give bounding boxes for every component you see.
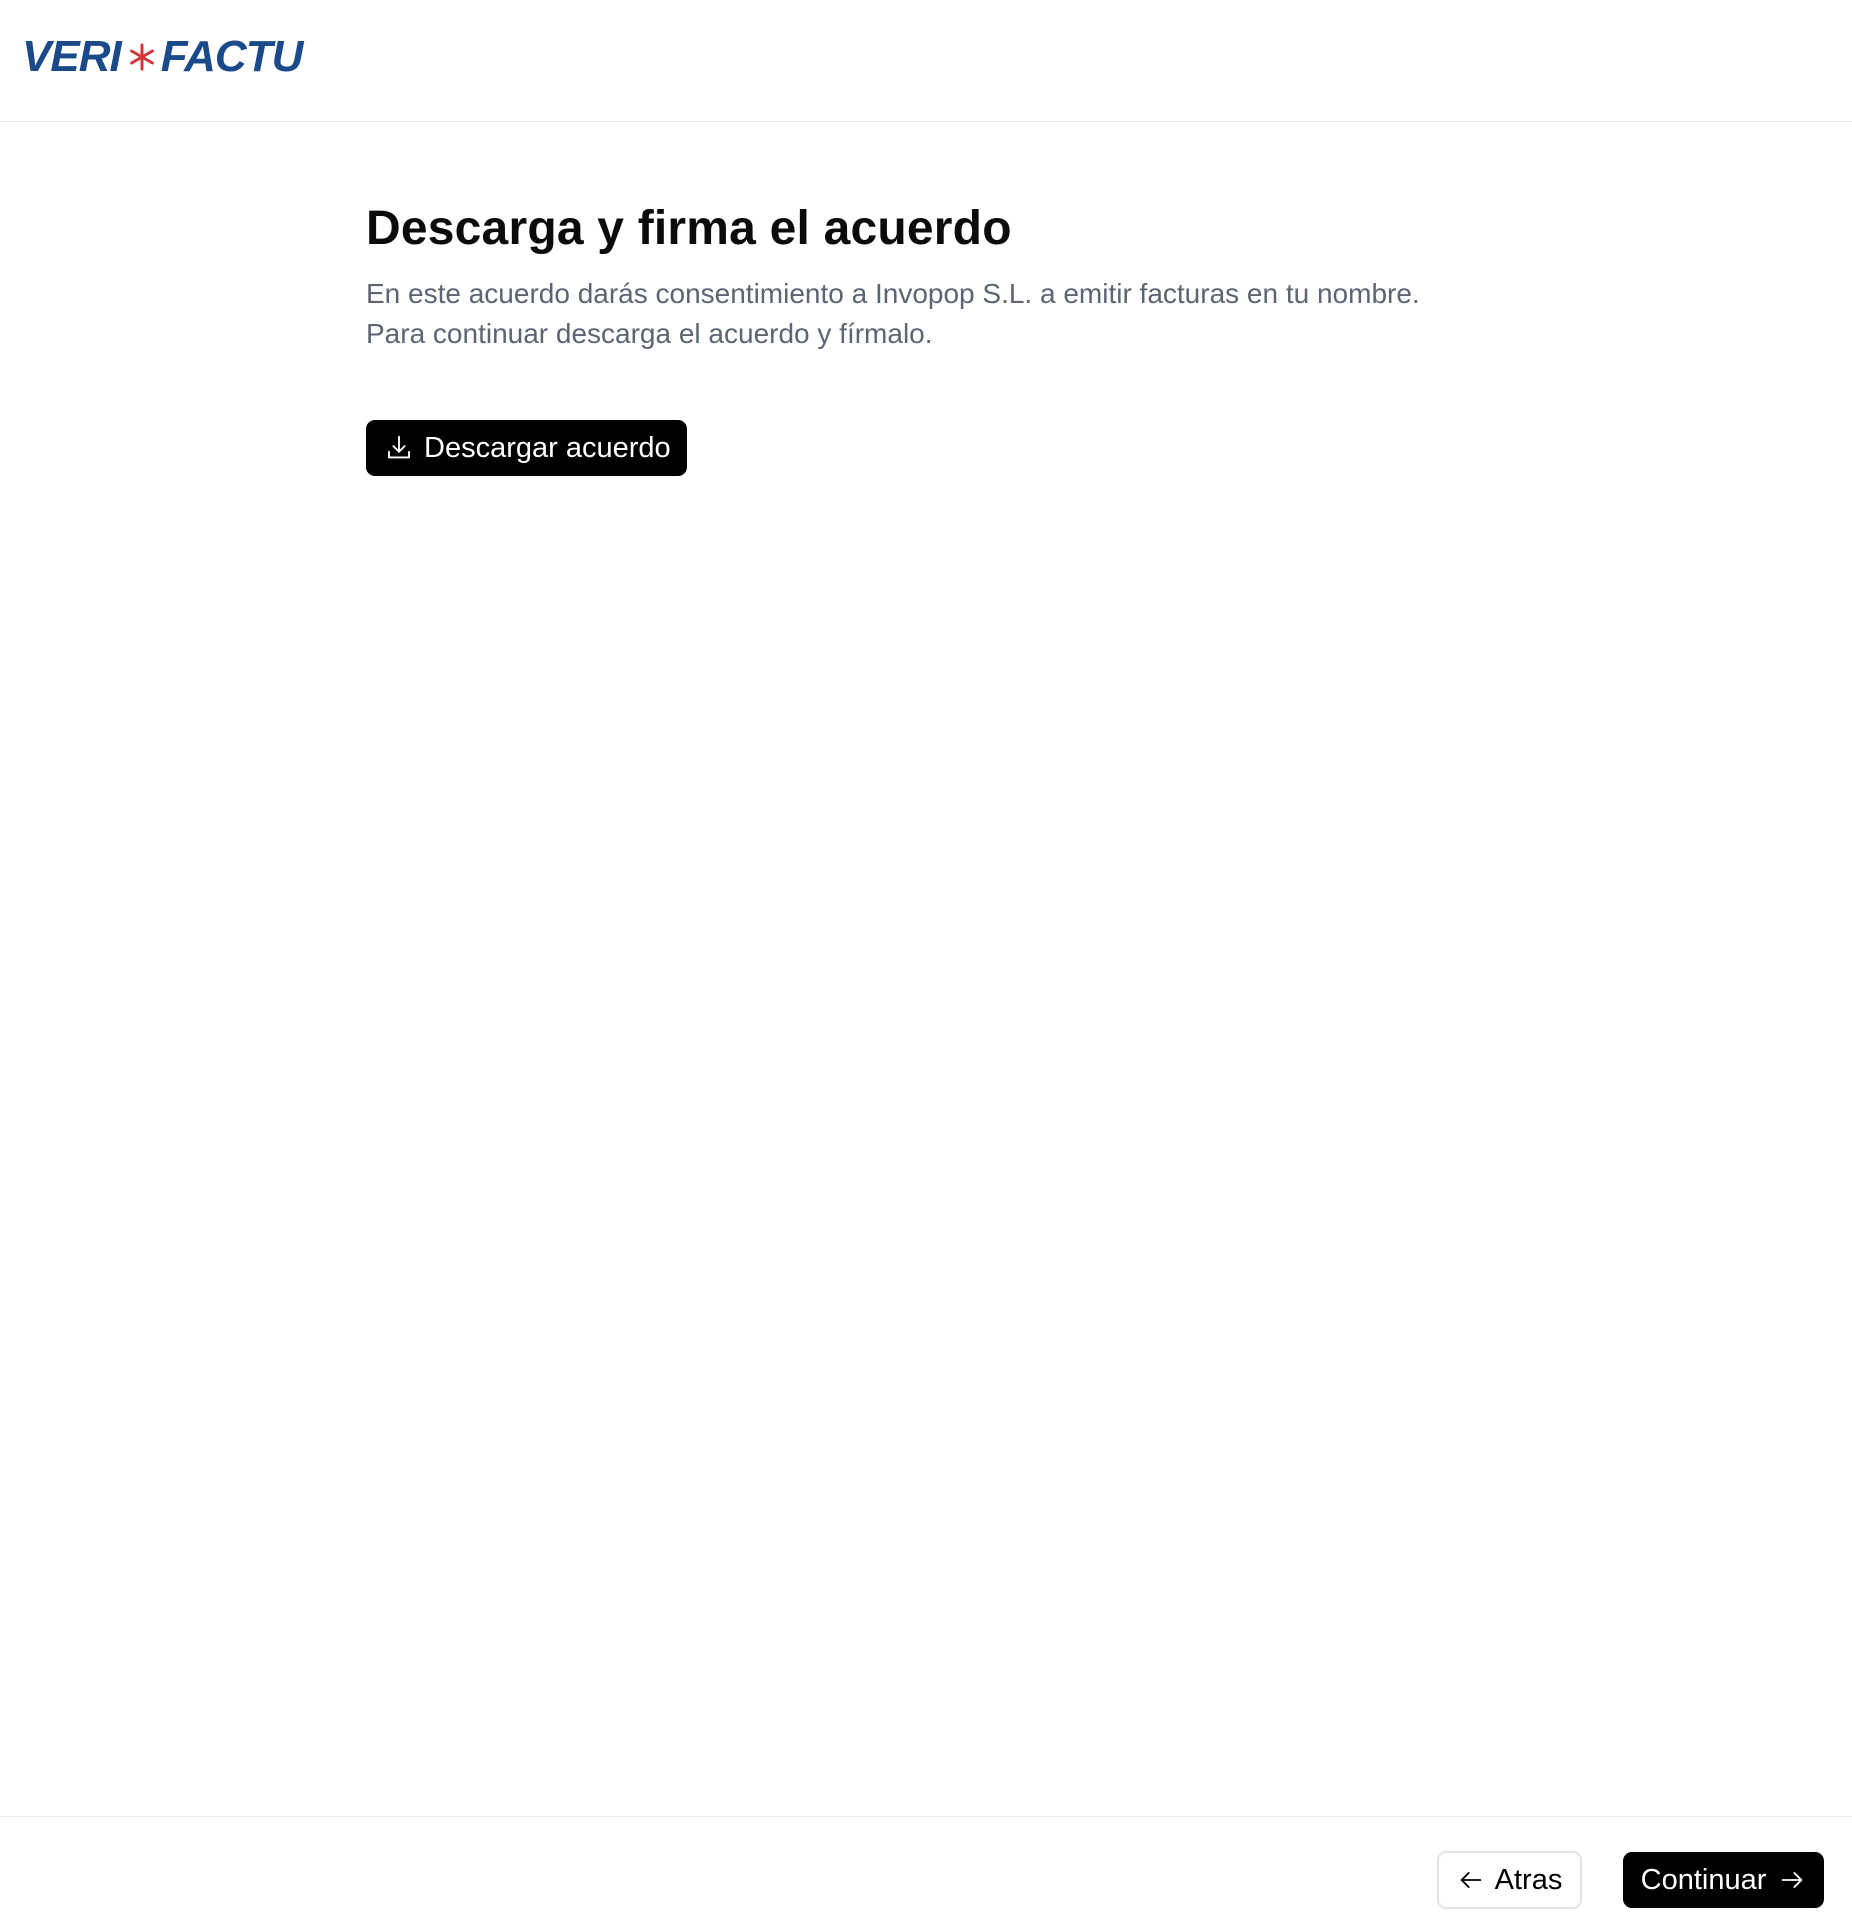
download-icon: [388, 435, 410, 459]
download-agreement-button[interactable]: Descargar acuerdo: [366, 420, 687, 476]
continue-button-label: Continuar: [1640, 1863, 1767, 1896]
page: VERI FACTU Descarga y firma el acuerdo E…: [0, 0, 1852, 1926]
description-line: Para continuar descarga el acuerdo y fír…: [366, 317, 933, 349]
page-description: En este acuerdo darás consentimiento a I…: [366, 274, 1566, 354]
logo-text-left: VERI: [22, 32, 122, 81]
top-header: VERI FACTU: [0, 0, 1852, 122]
bottom-footer: Atras Continuar: [0, 1816, 1852, 1926]
download-button-label: Descargar acuerdo: [424, 431, 671, 464]
asterisk-icon: [129, 43, 154, 71]
description-line: En este acuerdo darás consentimiento a I…: [366, 277, 1420, 309]
page-title: Descarga y firma el acuerdo: [366, 202, 1012, 255]
arrow-left-icon: [1460, 1872, 1481, 1888]
verifactu-logo: VERI FACTU: [22, 32, 304, 82]
arrow-right-icon: [1782, 1872, 1803, 1888]
back-button-label: Atras: [1494, 1863, 1563, 1896]
continue-button[interactable]: Continuar: [1623, 1852, 1824, 1908]
main-content: Descarga y firma el acuerdo En este acue…: [366, 200, 1566, 476]
back-button[interactable]: Atras: [1437, 1851, 1582, 1909]
logo-text-right: FACTU: [160, 32, 304, 81]
